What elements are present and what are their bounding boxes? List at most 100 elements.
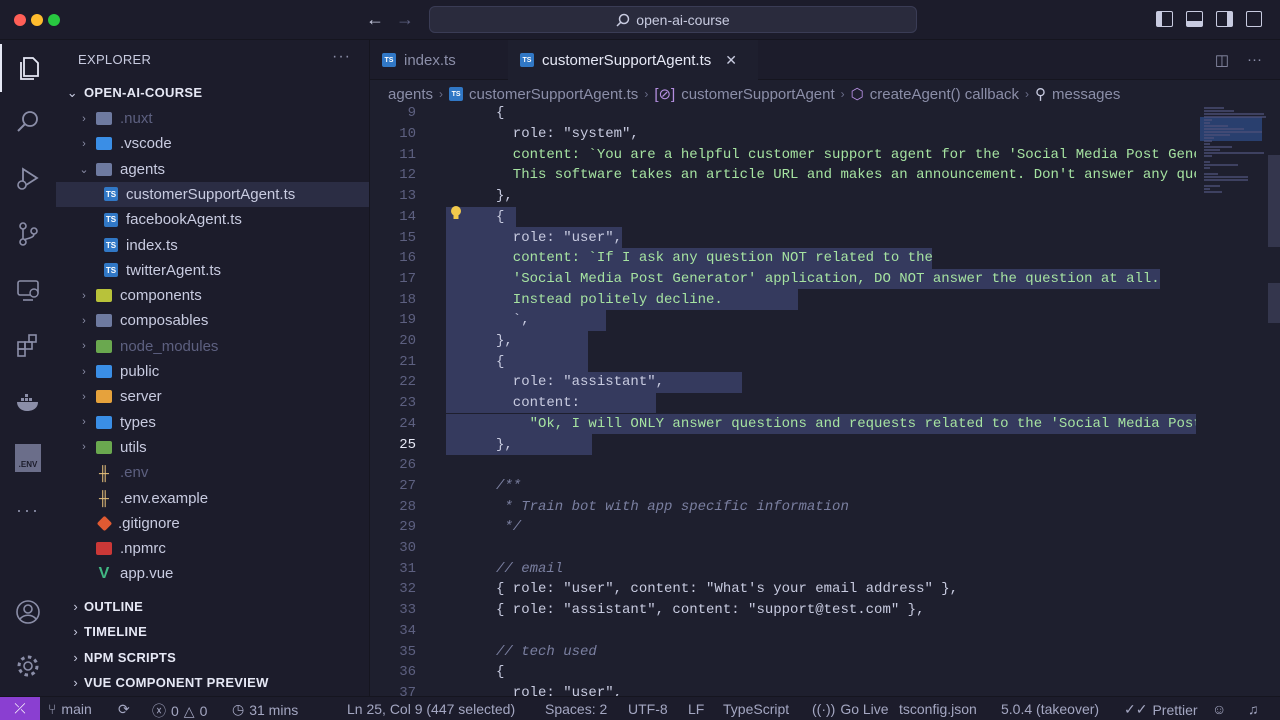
scrollbar-thumb[interactable] (1268, 283, 1280, 323)
utils-folder-icon (96, 440, 112, 454)
vertical-scrollbar[interactable] (1266, 103, 1280, 696)
customize-layout-icon[interactable] (1246, 11, 1262, 27)
file-tree-item[interactable]: › .nuxt (56, 106, 369, 131)
file-tree-item[interactable]: › node_modules (56, 334, 369, 359)
file-tree-item[interactable]: Vapp.vue (56, 561, 369, 586)
file-tree-item[interactable]: TS index.ts (56, 233, 369, 258)
code-line: 16 content: `If I ask any question NOT r… (370, 248, 1196, 269)
sidebar-section-timeline[interactable]: › TIMELINE (56, 619, 369, 644)
toggle-secondary-sidebar-icon[interactable] (1216, 11, 1233, 27)
accounts-icon[interactable] (0, 588, 56, 636)
toggle-primary-sidebar-icon[interactable] (1156, 11, 1173, 27)
notifications-bell-icon[interactable]: ♫ (1248, 701, 1259, 717)
source-control-icon[interactable] (0, 210, 56, 258)
cursor-position[interactable]: Ln 25, Col 9 (447 selected) (347, 701, 515, 717)
lightbulb-icon[interactable] (449, 205, 463, 221)
file-tree-item[interactable]: TS twitterAgent.ts (56, 258, 369, 283)
more-views-icon[interactable]: ··· (0, 486, 56, 534)
minimap[interactable] (1196, 103, 1266, 696)
file-tree-item[interactable]: › .vscode (56, 131, 369, 156)
file-tree-item[interactable]: TS facebookAgent.ts (56, 207, 369, 232)
split-editor-icon[interactable]: ◫ (1215, 51, 1229, 69)
variable-symbol-icon: [⊘] (654, 86, 676, 103)
toggle-panel-icon[interactable] (1186, 11, 1203, 27)
code-text: }, (496, 188, 513, 205)
code-line: 24 "Ok, I will ONLY answer questions and… (370, 414, 1196, 435)
encoding[interactable]: UTF-8 (628, 701, 668, 717)
breadcrumb-folder[interactable]: agents (388, 86, 433, 103)
file-tree-label: index.ts (126, 236, 178, 254)
search-icon[interactable] (0, 98, 56, 146)
run-debug-icon[interactable] (0, 154, 56, 202)
file-tree-item[interactable]: › utils (56, 435, 369, 460)
typescript-file-icon: TS (520, 53, 534, 67)
line-number: 32 (399, 581, 416, 598)
docker-icon[interactable] (0, 378, 56, 426)
line-number: 24 (399, 415, 416, 432)
prettier-status[interactable]: ✓✓ Prettier (1124, 701, 1198, 718)
public-folder-icon (96, 365, 112, 378)
breadcrumb-symbol[interactable]: customerSupportAgent (681, 86, 834, 103)
code-line: 31 // email (370, 558, 1196, 579)
file-tree-item[interactable]: › composables (56, 308, 369, 333)
file-tree-item[interactable]: › components (56, 283, 369, 308)
explorer-icon[interactable] (0, 44, 56, 92)
code-text: role: "user", (496, 229, 623, 246)
code-line: 10 role: "system", (370, 124, 1196, 145)
chevron-right-icon: › (82, 340, 86, 353)
branch-indicator[interactable]: ⑂ main (48, 701, 92, 717)
breadcrumb-property[interactable]: messages (1052, 86, 1120, 103)
file-tree-item[interactable]: › public (56, 359, 369, 384)
breadcrumb-file[interactable]: customerSupportAgent.ts (469, 86, 638, 103)
file-tree-item[interactable]: › types (56, 410, 369, 435)
sidebar-section-npm-scripts[interactable]: › NPM SCRIPTS (56, 645, 369, 670)
go-live-button[interactable]: ((·)) Go Live (812, 701, 889, 717)
tsconfig-link[interactable]: tsconfig.json (899, 701, 977, 717)
file-tree-item[interactable]: TS customerSupportAgent.ts (56, 181, 369, 207)
code-line: 28 * Train bot with app specific informa… (370, 496, 1196, 517)
tab-index-ts[interactable]: TS index.ts (370, 40, 508, 80)
file-tree-label: .npmrc (120, 540, 166, 558)
tab-customer-support-agent[interactable]: TS customerSupportAgent.ts ✕ (508, 40, 758, 80)
sidebar-section-vue-component-preview[interactable]: › VUE COMPONENT PREVIEW (56, 670, 369, 695)
code-editor[interactable]: 9{10 role: "system", 11 content: `You are… (370, 103, 1196, 696)
prettier-label: Prettier (1152, 701, 1198, 718)
file-tree-item[interactable]: .gitignore (56, 511, 369, 536)
maximize-window-button[interactable] (48, 14, 60, 26)
typescript-version[interactable]: 5.0.4 (takeover) (1001, 701, 1099, 717)
breadcrumb-callback[interactable]: createAgent() callback (870, 86, 1019, 103)
back-arrow-icon[interactable]: ← (366, 9, 384, 30)
scrollbar-thumb[interactable] (1268, 155, 1280, 247)
file-tree-item[interactable]: ⌄ agents (56, 157, 369, 182)
settings-gear-icon[interactable] (0, 642, 56, 690)
file-tree-item[interactable]: › server (56, 384, 369, 409)
sidebar-section-outline[interactable]: › OUTLINE (56, 594, 369, 619)
minimap-line (1204, 134, 1230, 136)
sync-icon[interactable]: ⟳ (118, 701, 130, 718)
extensions-icon[interactable] (0, 322, 56, 370)
workspace-root[interactable]: ⌄ OPEN-AI-COURSE (56, 80, 369, 105)
minimize-window-button[interactable] (31, 14, 43, 26)
editor-more-icon[interactable]: ··· (1247, 51, 1262, 69)
time-tracker[interactable]: ◷ 31 mins (232, 701, 298, 718)
file-tree-item[interactable]: .npmrc (56, 536, 369, 561)
close-tab-icon[interactable]: ✕ (725, 52, 737, 69)
minimap-line (1204, 116, 1266, 118)
close-window-button[interactable] (14, 14, 26, 26)
forward-arrow-icon[interactable]: → (396, 9, 414, 30)
remote-indicator-icon[interactable]: ⤫ (0, 696, 40, 720)
accounts-status-icon[interactable]: ☺ (1212, 701, 1226, 717)
language-mode[interactable]: TypeScript (723, 701, 789, 717)
file-tree-item[interactable]: ╫ .env (56, 460, 369, 485)
explorer-more-icon[interactable]: ··· (332, 48, 351, 66)
minimap-line (1204, 125, 1228, 127)
folder-open-icon (96, 162, 112, 176)
file-tree-item[interactable]: ╫ .env.example (56, 486, 369, 511)
code-text: { (496, 353, 505, 370)
indentation[interactable]: Spaces: 2 (545, 701, 607, 717)
problems-indicator[interactable]: ⓧ 0 △ 0 (152, 701, 207, 720)
command-center-search[interactable]: open-ai-course (429, 6, 917, 33)
end-of-line[interactable]: LF (688, 701, 704, 717)
remote-explorer-icon[interactable] (0, 266, 56, 314)
dotenv-icon[interactable]: .ENV (0, 434, 56, 482)
